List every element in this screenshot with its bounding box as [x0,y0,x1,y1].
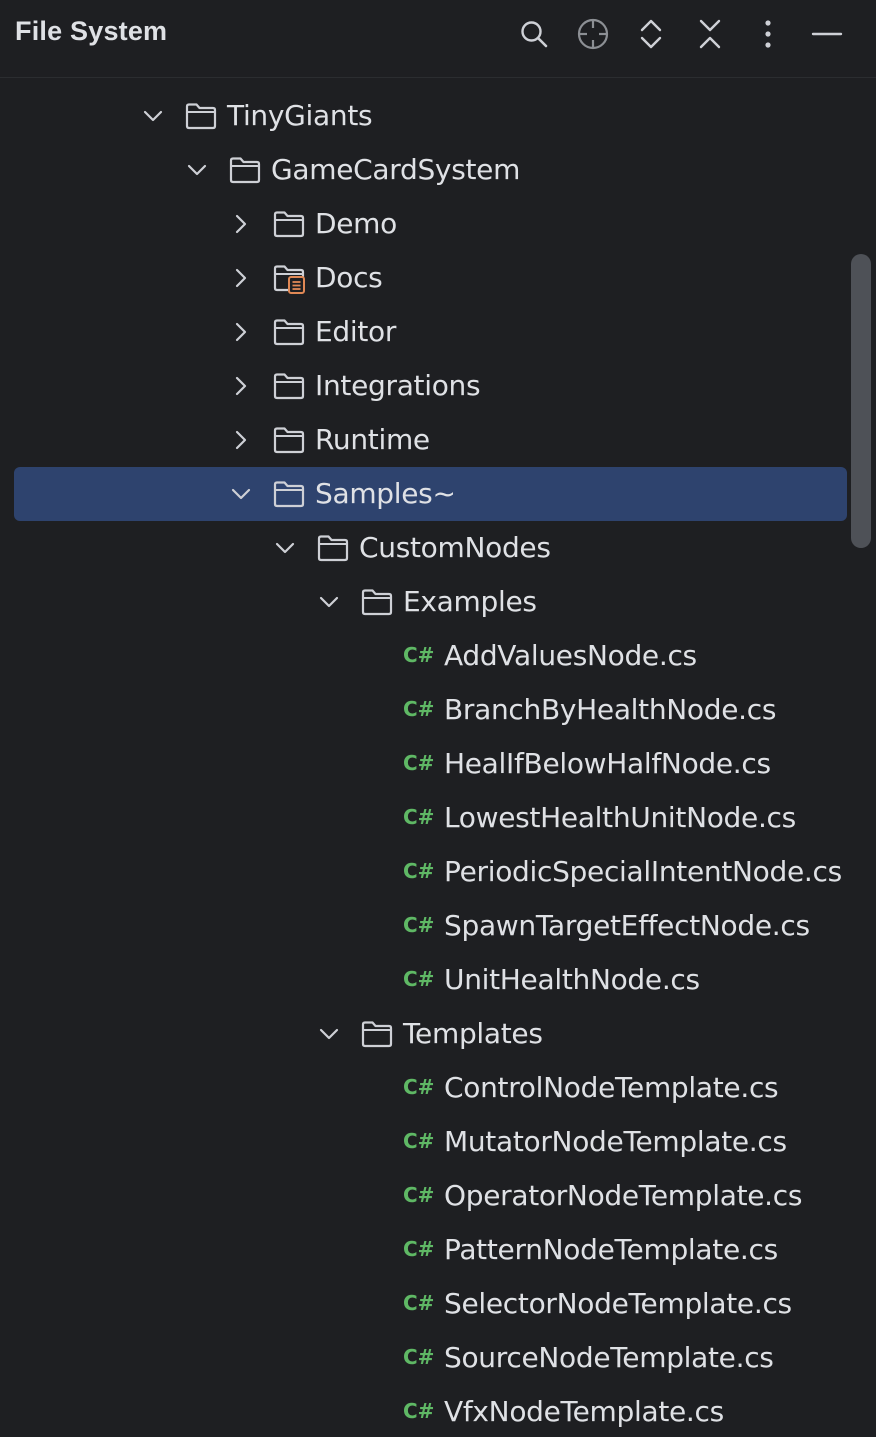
tree-folder-row[interactable]: CustomNodes [0,521,876,575]
folder-label-runtime: Runtime [315,423,430,456]
folder-icon [272,478,306,510]
tree-folder-row[interactable]: Demo [0,197,876,251]
csharp-file-icon: C# [403,1399,435,1423]
csharp-file-icon: C# [403,967,435,991]
collapse-all-icon[interactable] [690,14,730,54]
tree-file-row[interactable]: C# SourceNodeTemplate.cs [0,1331,876,1385]
tree-folder-row[interactable]: Integrations [0,359,876,413]
file-label-unithealthnode-cs: UnitHealthNode.cs [444,963,700,996]
panel-header: File System [0,0,876,78]
tree-file-row[interactable]: C# SelectorNodeTemplate.cs [0,1277,876,1331]
folder-label-integrations: Integrations [315,369,481,402]
file-label-selectornodetemplate-cs: SelectorNodeTemplate.cs [444,1287,792,1320]
chevron-right-icon[interactable] [229,374,253,398]
tree-file-row[interactable]: C# PeriodicSpecialIntentNode.cs [0,845,876,899]
folder-label-samples: Samples~ [315,477,456,510]
expand-all-icon[interactable] [631,14,671,54]
folder-label-tinygiants: TinyGiants [227,99,373,132]
folder-icon [272,370,306,402]
tree-file-row[interactable]: C# OperatorNodeTemplate.cs [0,1169,876,1223]
minimize-icon[interactable] [807,14,847,54]
tree-file-row[interactable]: C# BranchByHealthNode.cs [0,683,876,737]
chevron-down-icon[interactable] [317,1022,341,1046]
chevron-right-icon[interactable] [229,266,253,290]
vertical-scrollbar[interactable] [851,254,871,548]
folder-label-templates: Templates [403,1017,543,1050]
csharp-file-icon: C# [403,751,435,775]
file-label-mutatornodetemplate-cs: MutatorNodeTemplate.cs [444,1125,787,1158]
panel-title: File System [15,16,168,46]
chevron-down-icon[interactable] [141,104,165,128]
file-label-sourcenodetemplate-cs: SourceNodeTemplate.cs [444,1341,774,1374]
tree-file-row[interactable]: C# VfxNodeTemplate.cs [0,1385,876,1437]
file-label-addvaluesnode-cs: AddValuesNode.cs [444,639,697,672]
chevron-right-icon[interactable] [229,320,253,344]
tree-file-row[interactable]: C# ControlNodeTemplate.cs [0,1061,876,1115]
search-icon[interactable] [514,14,554,54]
chevron-down-icon[interactable] [273,536,297,560]
tree-folder-row[interactable]: Runtime [0,413,876,467]
folder-label-customnodes: CustomNodes [359,531,551,564]
file-label-lowesthealthunitnode-cs: LowestHealthUnitNode.cs [444,801,796,834]
file-label-spawntargeteffectnode-cs: SpawnTargetEffectNode.cs [444,909,810,942]
folder-icon [272,316,306,348]
csharp-file-icon: C# [403,1183,435,1207]
tree-folder-row[interactable]: Templates [0,1007,876,1061]
folder-label-gamecardsystem: GameCardSystem [271,153,521,186]
tree-file-row[interactable]: C# HealIfBelowHalfNode.cs [0,737,876,791]
folder-label-examples: Examples [403,585,537,618]
tree-folder-row[interactable]: GameCardSystem [0,143,876,197]
folder-label-demo: Demo [315,207,397,240]
file-tree: TinyGiants GameCardSystem Demo Docs Editor In… [0,89,876,1437]
file-label-vfxnodetemplate-cs: VfxNodeTemplate.cs [444,1395,724,1428]
folder-icon [360,586,394,618]
csharp-file-icon: C# [403,1345,435,1369]
folder-icon [184,100,218,132]
folder-icon [360,1018,394,1050]
file-label-periodicspecialintentnode-cs: PeriodicSpecialIntentNode.cs [444,855,842,888]
tree-file-row[interactable]: C# SpawnTargetEffectNode.cs [0,899,876,953]
docs-folder-icon [272,262,306,294]
folder-label-editor: Editor [315,315,397,348]
folder-icon [272,208,306,240]
file-label-operatornodetemplate-cs: OperatorNodeTemplate.cs [444,1179,803,1212]
file-label-branchbyhealthnode-cs: BranchByHealthNode.cs [444,693,777,726]
file-system-panel: File System TinyGiants GameCardSystem De… [0,0,876,1437]
folder-icon [316,532,350,564]
more-options-icon[interactable] [748,14,788,54]
tree-folder-row[interactable]: Editor [0,305,876,359]
csharp-file-icon: C# [403,805,435,829]
chevron-down-icon[interactable] [185,158,209,182]
tree-file-row[interactable]: C# AddValuesNode.cs [0,629,876,683]
chevron-right-icon[interactable] [229,212,253,236]
file-label-controlnodetemplate-cs: ControlNodeTemplate.cs [444,1071,779,1104]
tree-file-row[interactable]: C# UnitHealthNode.cs [0,953,876,1007]
folder-label-docs: Docs [315,261,383,294]
tree-folder-row[interactable]: Examples [0,575,876,629]
tree-file-row[interactable]: C# PatternNodeTemplate.cs [0,1223,876,1277]
csharp-file-icon: C# [403,1237,435,1261]
csharp-file-icon: C# [403,913,435,937]
tree-folder-row[interactable]: Samples~ [0,467,876,521]
csharp-file-icon: C# [403,859,435,883]
csharp-file-icon: C# [403,1075,435,1099]
csharp-file-icon: C# [403,643,435,667]
chevron-down-icon[interactable] [317,590,341,614]
file-label-patternnodetemplate-cs: PatternNodeTemplate.cs [444,1233,778,1266]
tree-folder-row[interactable]: Docs [0,251,876,305]
locate-icon[interactable] [573,14,613,54]
file-label-healifbelowhalfnode-cs: HealIfBelowHalfNode.cs [444,747,771,780]
chevron-down-icon[interactable] [229,482,253,506]
tree-file-row[interactable]: C# MutatorNodeTemplate.cs [0,1115,876,1169]
csharp-file-icon: C# [403,697,435,721]
csharp-file-icon: C# [403,1291,435,1315]
tree-file-row[interactable]: C# LowestHealthUnitNode.cs [0,791,876,845]
tree-folder-row[interactable]: TinyGiants [0,89,876,143]
folder-icon [228,154,262,186]
chevron-right-icon[interactable] [229,428,253,452]
csharp-file-icon: C# [403,1129,435,1153]
folder-icon [272,424,306,456]
